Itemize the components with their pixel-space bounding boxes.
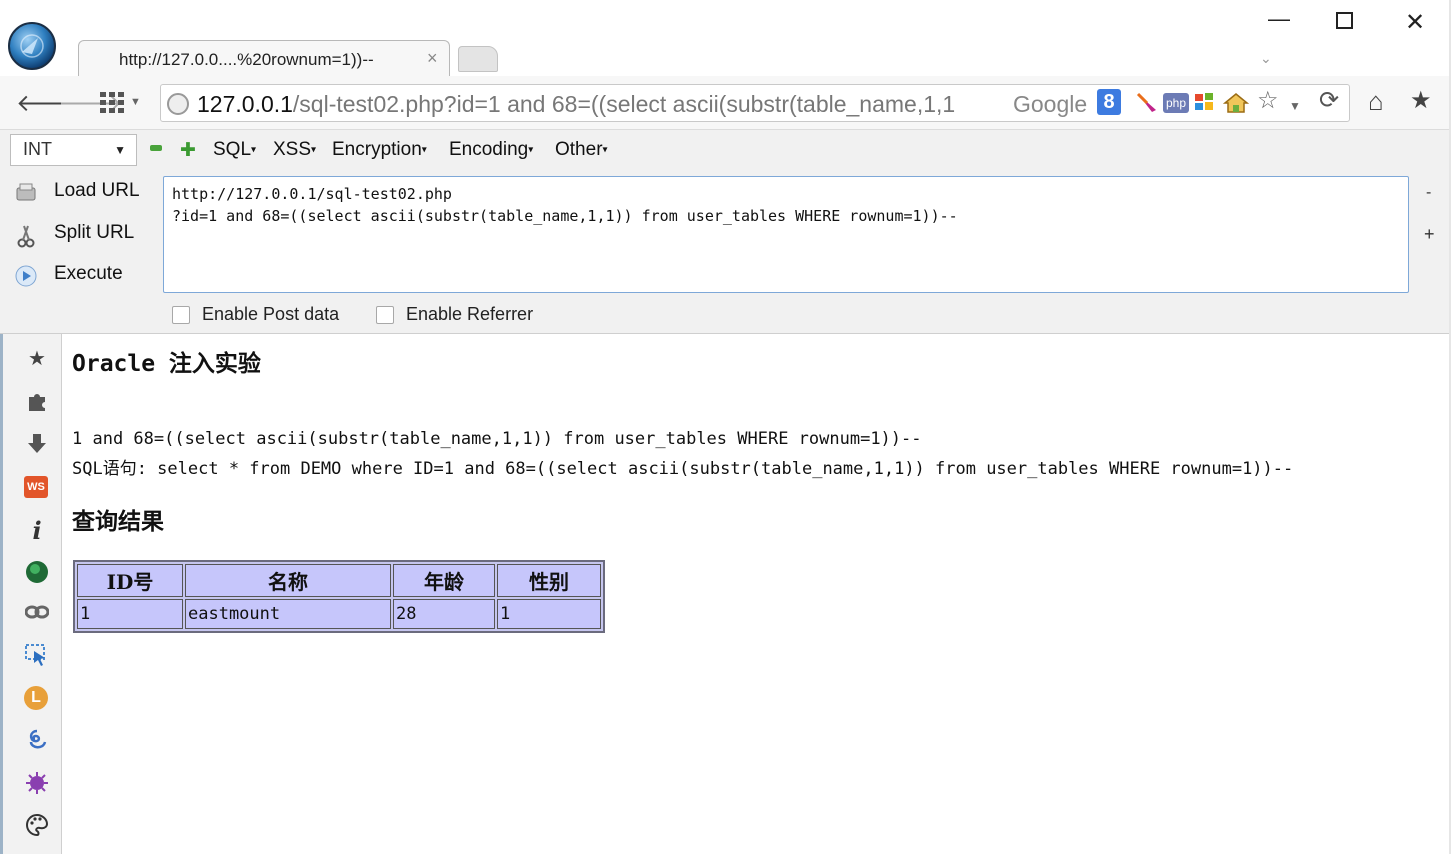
column-header-gender: 性别: [497, 564, 601, 597]
cell-id: 1: [77, 599, 183, 629]
menu-encoding[interactable]: Encoding▾: [449, 139, 533, 161]
download-icon[interactable]: [24, 432, 50, 458]
decrease-icon[interactable]: [150, 145, 162, 151]
expand-textarea-button[interactable]: +: [1424, 224, 1435, 245]
play-icon: [14, 265, 38, 289]
shrink-textarea-button[interactable]: -: [1426, 184, 1431, 202]
ws-icon[interactable]: WS: [24, 476, 48, 498]
reload-icon[interactable]: ⟳: [1319, 88, 1339, 114]
house-extension-icon[interactable]: [1222, 91, 1250, 117]
green-orb-icon[interactable]: [24, 560, 50, 586]
menu-xss-label: XSS: [273, 139, 312, 160]
table-row: 1 eastmount 28 1: [77, 599, 601, 629]
cell-gender: 1: [497, 599, 601, 629]
load-url-button[interactable]: Load URL: [14, 178, 154, 208]
url-text[interactable]: 127.0.0.1/sql-test02.php?id=1 and 68=((s…: [197, 91, 1003, 118]
google-icon[interactable]: 8: [1097, 89, 1121, 115]
menu-sql[interactable]: SQL▾: [213, 139, 256, 161]
windows-icon[interactable]: [1193, 91, 1217, 117]
globe-icon[interactable]: [167, 93, 189, 115]
menu-other[interactable]: Other▾: [555, 139, 608, 161]
sql-statement-line: SQL语句: select * from DEMO where ID=1 and…: [72, 459, 1294, 479]
chevron-down-icon[interactable]: ▼: [130, 96, 141, 108]
column-header-id: ID号: [77, 564, 183, 597]
info-icon[interactable]: i: [24, 518, 50, 544]
new-tab-button[interactable]: [458, 46, 498, 72]
speed-dial-icon[interactable]: [100, 90, 126, 113]
encoding-select[interactable]: INT ▼: [10, 134, 137, 166]
tabs-dropdown-icon[interactable]: ⌄: [1260, 50, 1272, 67]
menu-encoding-label: Encoding: [449, 139, 529, 160]
param-echo-line: 1 and 68=((select ascii(substr(table_nam…: [72, 429, 922, 449]
palette-icon[interactable]: [24, 813, 50, 839]
address-bar[interactable]: 127.0.0.1/sql-test02.php?id=1 and 68=((s…: [160, 84, 1350, 122]
bug-icon[interactable]: [24, 771, 50, 797]
puzzle-icon[interactable]: [24, 389, 50, 415]
checkbox-box[interactable]: [376, 306, 394, 324]
extension-sidebar: ★ WS i L: [0, 334, 62, 854]
split-url-label: Split URL: [54, 222, 135, 243]
bookmark-star-icon[interactable]: ☆: [1257, 88, 1279, 114]
execute-button[interactable]: Execute: [14, 261, 154, 291]
star-icon[interactable]: ★: [24, 346, 50, 372]
tab-title: http://127.0.0....%20rownum=1))--: [119, 50, 374, 69]
tab-close-icon[interactable]: ×: [427, 48, 438, 69]
chevron-down-icon: ▼: [114, 143, 126, 157]
page-title: Oracle 注入实验: [72, 351, 261, 377]
execute-label: Execute: [54, 263, 123, 284]
page-content: Oracle 注入实验 1 and 68=((select ascii(subs…: [62, 334, 1451, 854]
checkbox-box[interactable]: [172, 306, 190, 324]
menu-other-label: Other: [555, 139, 603, 160]
results-heading: 查询结果: [72, 508, 164, 535]
tab-current[interactable]: http://127.0.0....%20rownum=1))-- ×: [78, 40, 450, 77]
cell-age: 28: [393, 599, 495, 629]
maximize-icon[interactable]: [1336, 12, 1353, 29]
menu-sql-label: SQL: [213, 139, 252, 160]
enable-post-data-label: Enable Post data: [202, 304, 340, 324]
bookmarks-icon[interactable]: ★: [1410, 86, 1432, 115]
cursor-icon[interactable]: [24, 644, 50, 670]
menu-encryption[interactable]: Encryption▾: [332, 139, 427, 161]
php-icon[interactable]: php: [1163, 93, 1189, 113]
swirl-icon[interactable]: [24, 728, 50, 754]
hackbar-panel: INT ▼ ✚ SQL▾ XSS▾ Encryption▾ Encoding▾ …: [0, 130, 1451, 334]
split-url-button[interactable]: Split URL: [14, 220, 154, 250]
l-icon[interactable]: L: [24, 686, 48, 710]
scissors-icon: [14, 224, 38, 248]
search-engine-label[interactable]: Google: [1013, 91, 1087, 118]
url-textarea[interactable]: http://127.0.0.1/sql-test02.php ?id=1 an…: [163, 176, 1409, 293]
menu-xss[interactable]: XSS▾: [273, 139, 316, 161]
increase-icon[interactable]: ✚: [180, 139, 196, 162]
navigation-bar: 🡐 🡒 ▼ 127.0.0.1/sql-test02.php?id=1 and …: [0, 76, 1451, 130]
load-url-label: Load URL: [54, 180, 140, 201]
menu-encryption-label: Encryption: [332, 139, 422, 160]
cell-name: eastmount: [185, 599, 391, 629]
results-table: ID号 名称 年龄 性别 1 eastmount 28 1: [73, 560, 605, 633]
url-path: /sql-test02.php?id=1 and 68=((select asc…: [292, 91, 956, 117]
close-window-icon[interactable]: ✕: [1405, 8, 1425, 37]
link-icon[interactable]: [24, 602, 50, 628]
load-url-icon: [14, 182, 38, 206]
column-header-age: 年龄: [393, 564, 495, 597]
title-bar: http://127.0.0....%20rownum=1))-- × ⌄ — …: [0, 0, 1451, 77]
browser-logo-icon[interactable]: [8, 22, 56, 70]
feather-icon[interactable]: [1135, 91, 1161, 117]
column-header-name: 名称: [185, 564, 391, 597]
enable-referrer-label: Enable Referrer: [406, 304, 534, 324]
chevron-down-icon[interactable]: ▼: [1289, 93, 1301, 119]
table-header-row: ID号 名称 年龄 性别: [77, 564, 601, 597]
minimize-icon[interactable]: —: [1268, 6, 1290, 32]
url-host: 127.0.0.1: [197, 91, 293, 117]
home-icon[interactable]: ⌂: [1368, 86, 1384, 117]
encoding-select-value: INT: [23, 139, 52, 159]
